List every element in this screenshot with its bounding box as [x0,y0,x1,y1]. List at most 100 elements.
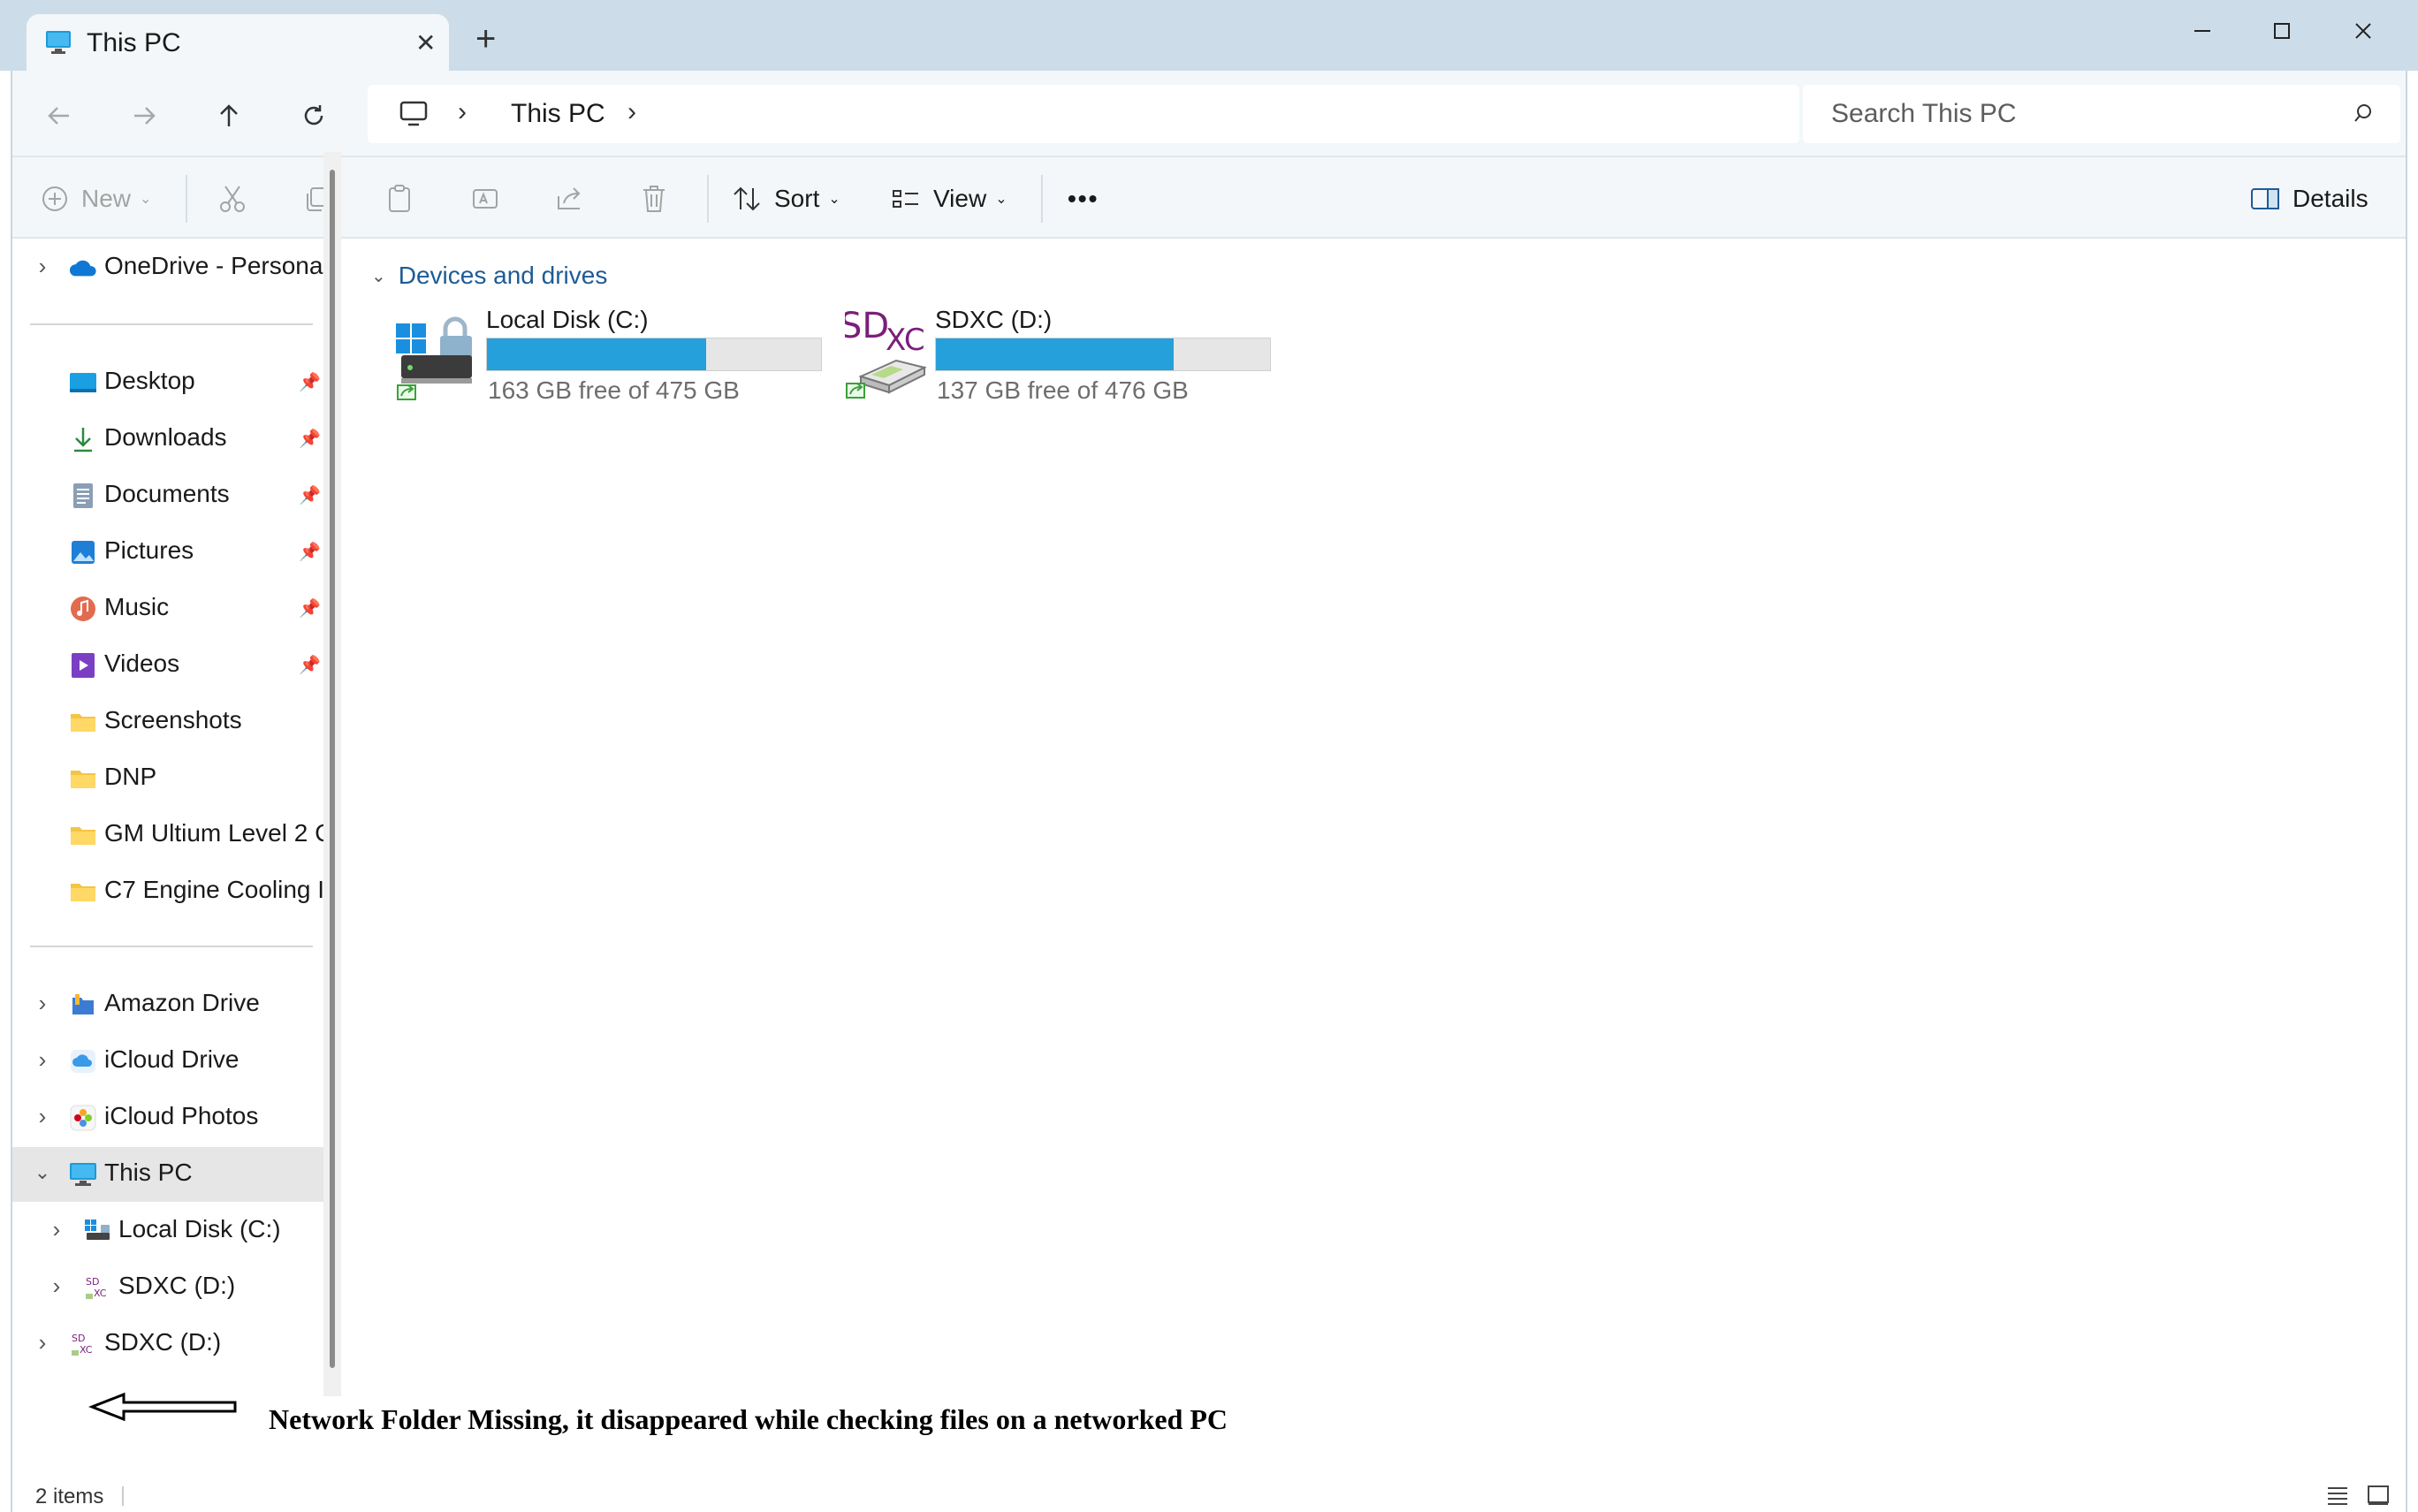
drive-usage-fill [936,338,1175,370]
sidebar-item-downloads[interactable]: Downloads 📌 [11,412,325,467]
maximize-button[interactable] [2247,9,2317,53]
new-label: New [81,185,132,212]
annotation-arrow-icon [87,1391,239,1427]
chevron-right-icon[interactable]: › [32,1103,53,1130]
sidebar-scrollbar[interactable] [323,152,341,1396]
drive-usage-bar [935,338,1271,371]
sdxc-icon: SD XC [83,1274,111,1301]
breadcrumb-chevron-icon[interactable]: › [458,97,467,127]
sidebar-item-amazon-drive[interactable]: › Amazon Drive [11,977,325,1032]
tab-this-pc[interactable]: This PC ✕ [27,14,449,71]
folder-icon [69,709,97,735]
pin-icon[interactable]: 📌 [299,484,321,506]
sidebar-item-c7-engine[interactable]: C7 Engine Cooling In [11,864,325,919]
plus-circle-icon [42,186,67,211]
chevron-right-icon[interactable]: › [32,1329,53,1356]
sidebar-item-label: Videos [104,650,180,677]
details-pane-icon [2251,188,2279,209]
new-tab-button[interactable]: + [475,21,496,57]
chevron-right-icon[interactable]: › [32,253,53,280]
pin-icon[interactable]: 📌 [299,654,321,676]
address-bar[interactable]: › This PC › [368,85,1799,143]
breadcrumb-this-pc[interactable]: This PC [511,99,605,129]
sidebar-item-videos[interactable]: Videos 📌 [11,638,325,693]
pin-icon[interactable]: 📌 [299,597,321,619]
svg-text:XC: XC [80,1344,93,1356]
forward-button[interactable] [122,94,166,138]
sidebar-item-documents[interactable]: Documents 📌 [11,468,325,523]
cut-button[interactable] [217,177,247,221]
chevron-down-icon[interactable]: ⌄ [371,265,386,287]
sidebar-item-label: iCloud Photos [104,1102,259,1129]
search-input[interactable] [1803,85,2333,143]
details-view-button[interactable] [2324,1483,2351,1508]
details-button[interactable]: Details [2250,177,2369,221]
chevron-right-icon[interactable]: › [32,990,53,1017]
tab-title: This PC [87,28,181,57]
tiles-view-icon [2368,1485,2389,1505]
up-button[interactable] [207,94,251,138]
sidebar-item-label: Downloads [104,423,227,451]
chevron-right-icon[interactable]: › [46,1216,67,1243]
sidebar-item-onedrive[interactable]: › OneDrive - Personal [11,240,325,295]
monitor-icon [69,1161,97,1188]
chevron-right-icon[interactable]: › [32,1046,53,1074]
sidebar-item-icloud-drive[interactable]: › iCloud Drive [11,1034,325,1089]
rename-icon [473,189,498,209]
address-row: › This PC › [11,71,2406,156]
chevron-down-icon: ⌄ [995,192,1008,207]
sidebar-item-label: iCloud Drive [104,1045,240,1073]
view-button[interactable]: View ⌄ [891,177,1008,221]
window-border-left [11,71,12,1512]
pin-icon[interactable]: 📌 [299,428,321,450]
share-button[interactable] [555,177,585,221]
sidebar-scroll-thumb[interactable] [330,170,335,1368]
tab-close-icon[interactable]: ✕ [415,28,436,57]
sidebar-item-desktop[interactable]: Desktop 📌 [11,355,325,410]
onedrive-cloud-icon [69,255,97,281]
pin-icon[interactable]: 📌 [299,541,321,563]
drive-sdxc-d[interactable]: SD XC SDXC (D:) 137 GB free of 476 GB [840,300,1287,415]
chevron-right-icon[interactable]: › [46,1273,67,1300]
sidebar-item-sdxc-d-child[interactable]: › SD XC SDXC (D:) [11,1260,325,1315]
sort-button[interactable]: Sort ⌄ [732,177,840,221]
refresh-button[interactable] [292,94,336,138]
sidebar-item-music[interactable]: Music 📌 [11,581,325,636]
rename-button[interactable] [470,177,500,221]
back-button[interactable] [37,94,81,138]
search-icon[interactable] [2353,103,2374,128]
sidebar-item-sdxc-d[interactable]: › SD XC SDXC (D:) [11,1317,325,1371]
breadcrumb-chevron-icon[interactable]: › [627,97,636,127]
chevron-down-icon: ⌄ [828,192,840,207]
navigation-pane: › OneDrive - Personal Desktop 📌 Download… [11,240,336,1474]
more-options-button[interactable]: ••• [1068,177,1099,221]
drive-name: Local Disk (C:) [486,306,649,333]
paste-button[interactable] [385,177,414,221]
status-divider [122,1486,124,1506]
delete-button[interactable] [640,177,668,221]
new-button[interactable]: New ⌄ [41,177,151,221]
view-label: View [933,185,987,212]
chevron-down-icon[interactable]: ⌄ [32,1161,53,1184]
trash-icon [643,186,665,212]
svg-text:SD: SD [72,1333,85,1344]
sidebar-item-this-pc[interactable]: ⌄ This PC [11,1147,325,1202]
svg-text:XC: XC [94,1288,107,1299]
close-button[interactable] [2328,9,2399,53]
amazon-drive-icon [69,992,97,1018]
drive-usage-bar [486,338,822,371]
sidebar-item-local-disk-c[interactable]: › Local Disk (C:) [11,1204,325,1258]
tiles-view-button[interactable] [2365,1483,2391,1508]
search-box[interactable] [1803,85,2400,143]
minimize-button[interactable] [2167,9,2238,53]
sidebar-item-icloud-photos[interactable]: › iCloud Photos [11,1090,325,1145]
sidebar-item-screenshots[interactable]: Screenshots [11,695,325,749]
sidebar-item-gm-ultium[interactable]: GM Ultium Level 2 C [11,808,325,862]
pin-icon[interactable]: 📌 [299,371,321,393]
sidebar-item-pictures[interactable]: Pictures 📌 [11,525,325,580]
group-header-devices[interactable]: ⌄ Devices and drives [371,258,607,293]
toolbar-divider [186,175,187,223]
sidebar-item-dnp[interactable]: DNP [11,751,325,806]
drive-local-disk-c[interactable]: Local Disk (C:) 163 GB free of 475 GB [396,300,838,415]
sidebar-item-label: This PC [104,1159,193,1186]
